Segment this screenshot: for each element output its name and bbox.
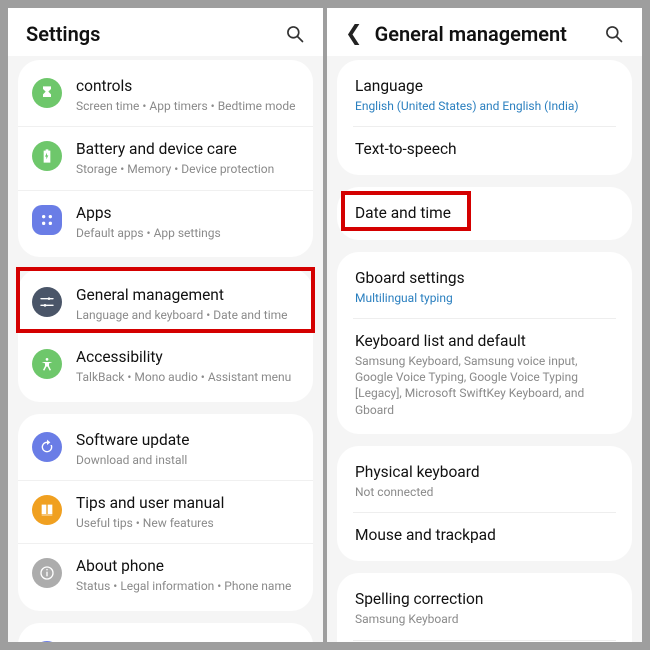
card: Gboard settings Multilingual typing Keyb… [337,252,632,434]
card: Spelling correction Samsung Keyboard Pas… [337,573,632,642]
row-tts[interactable]: Text-to-speech [337,127,632,171]
battery-icon [32,141,62,171]
row-software-update[interactable]: Software update Download and install [18,418,313,480]
sliders-icon [32,287,62,317]
row-physical-keyboard[interactable]: Physical keyboard Not connected [337,450,632,512]
card: Software update Download and install Tip… [18,414,313,611]
row-battery[interactable]: Battery and device care Storage • Memory… [18,126,313,189]
page-title: Settings [26,22,285,46]
row-title: Date and time [355,203,618,223]
row-title: Apps [76,203,299,223]
row-general-management[interactable]: General management Language and keyboard… [18,273,313,335]
row-title: Developer options [76,639,299,642]
row-title: controls [76,76,299,96]
row-keyboard-list[interactable]: Keyboard list and default Samsung Keyboa… [337,319,632,430]
search-icon[interactable] [285,24,305,44]
apps-icon [32,205,62,235]
row-sub: Screen time • App timers • Bedtime mode [76,98,299,114]
row-sub: Status • Legal information • Phone name [76,578,299,594]
row-title: Mouse and trackpad [355,525,618,545]
card: Date and time [337,187,632,239]
accessibility-icon [32,349,62,379]
card: Language English (United States) and Eng… [337,60,632,175]
row-mouse-trackpad[interactable]: Mouse and trackpad [337,513,632,557]
gm-list: Language English (United States) and Eng… [327,56,642,642]
row-sub: Storage • Memory • Device protection [76,161,299,177]
row-about-phone[interactable]: About phone Status • Legal information •… [18,543,313,606]
row-spelling-correction[interactable]: Spelling correction Samsung Keyboard [337,577,632,639]
row-apps[interactable]: Apps Default apps • App settings [18,190,313,253]
row-tips[interactable]: Tips and user manual Useful tips • New f… [18,480,313,543]
card: General management Language and keyboard… [18,269,313,402]
row-sub: Language and keyboard • Date and time [76,307,299,323]
row-sub: English (United States) and English (Ind… [355,98,618,114]
general-management-panel: ❮ General management Language English (U… [327,8,642,642]
row-sub: Default apps • App settings [76,225,299,241]
row-sub: Not connected [355,484,618,500]
info-icon [32,558,62,588]
settings-panel: Settings controls Screen time • App time… [8,8,323,642]
card: Developer options Developer options [18,623,313,642]
row-sub: Samsung Keyboard, Samsung voice input, G… [355,353,618,418]
row-title: Software update [76,430,299,450]
row-sub: Download and install [76,452,299,468]
row-title: Accessibility [76,347,299,367]
row-title: General management [76,285,299,305]
book-icon [32,495,62,525]
row-sub: TalkBack • Mono audio • Assistant menu [76,369,299,385]
card: Physical keyboard Not connected Mouse an… [337,446,632,561]
row-developer-options[interactable]: Developer options Developer options [18,627,313,642]
row-sub: Useful tips • New features [76,515,299,531]
row-controls[interactable]: controls Screen time • App timers • Bedt… [18,64,313,126]
row-date-and-time[interactable]: Date and time [337,191,632,235]
refresh-icon [32,432,62,462]
row-title: About phone [76,556,299,576]
row-title: Gboard settings [355,268,618,288]
braces-icon [32,641,62,642]
back-icon[interactable]: ❮ [345,24,363,45]
page-title: General management [375,22,604,46]
row-language[interactable]: Language English (United States) and Eng… [337,64,632,126]
gm-header: ❮ General management [327,8,642,56]
row-title: Language [355,76,618,96]
row-title: Battery and device care [76,139,299,159]
hourglass-icon [32,78,62,108]
row-accessibility[interactable]: Accessibility TalkBack • Mono audio • As… [18,335,313,397]
row-title: Physical keyboard [355,462,618,482]
row-title: Tips and user manual [76,493,299,513]
row-title: Text-to-speech [355,139,618,159]
row-sub: Multilingual typing [355,290,618,306]
settings-header: Settings [8,8,323,56]
search-icon[interactable] [604,24,624,44]
row-gboard-settings[interactable]: Gboard settings Multilingual typing [337,256,632,318]
row-title: Spelling correction [355,589,618,609]
row-title: Keyboard list and default [355,331,618,351]
row-sub: Samsung Keyboard [355,611,618,627]
row-passwords-autofill[interactable]: Passwords and autofill [337,641,632,642]
card: controls Screen time • App timers • Bedt… [18,60,313,257]
settings-list: controls Screen time • App timers • Bedt… [8,56,323,642]
